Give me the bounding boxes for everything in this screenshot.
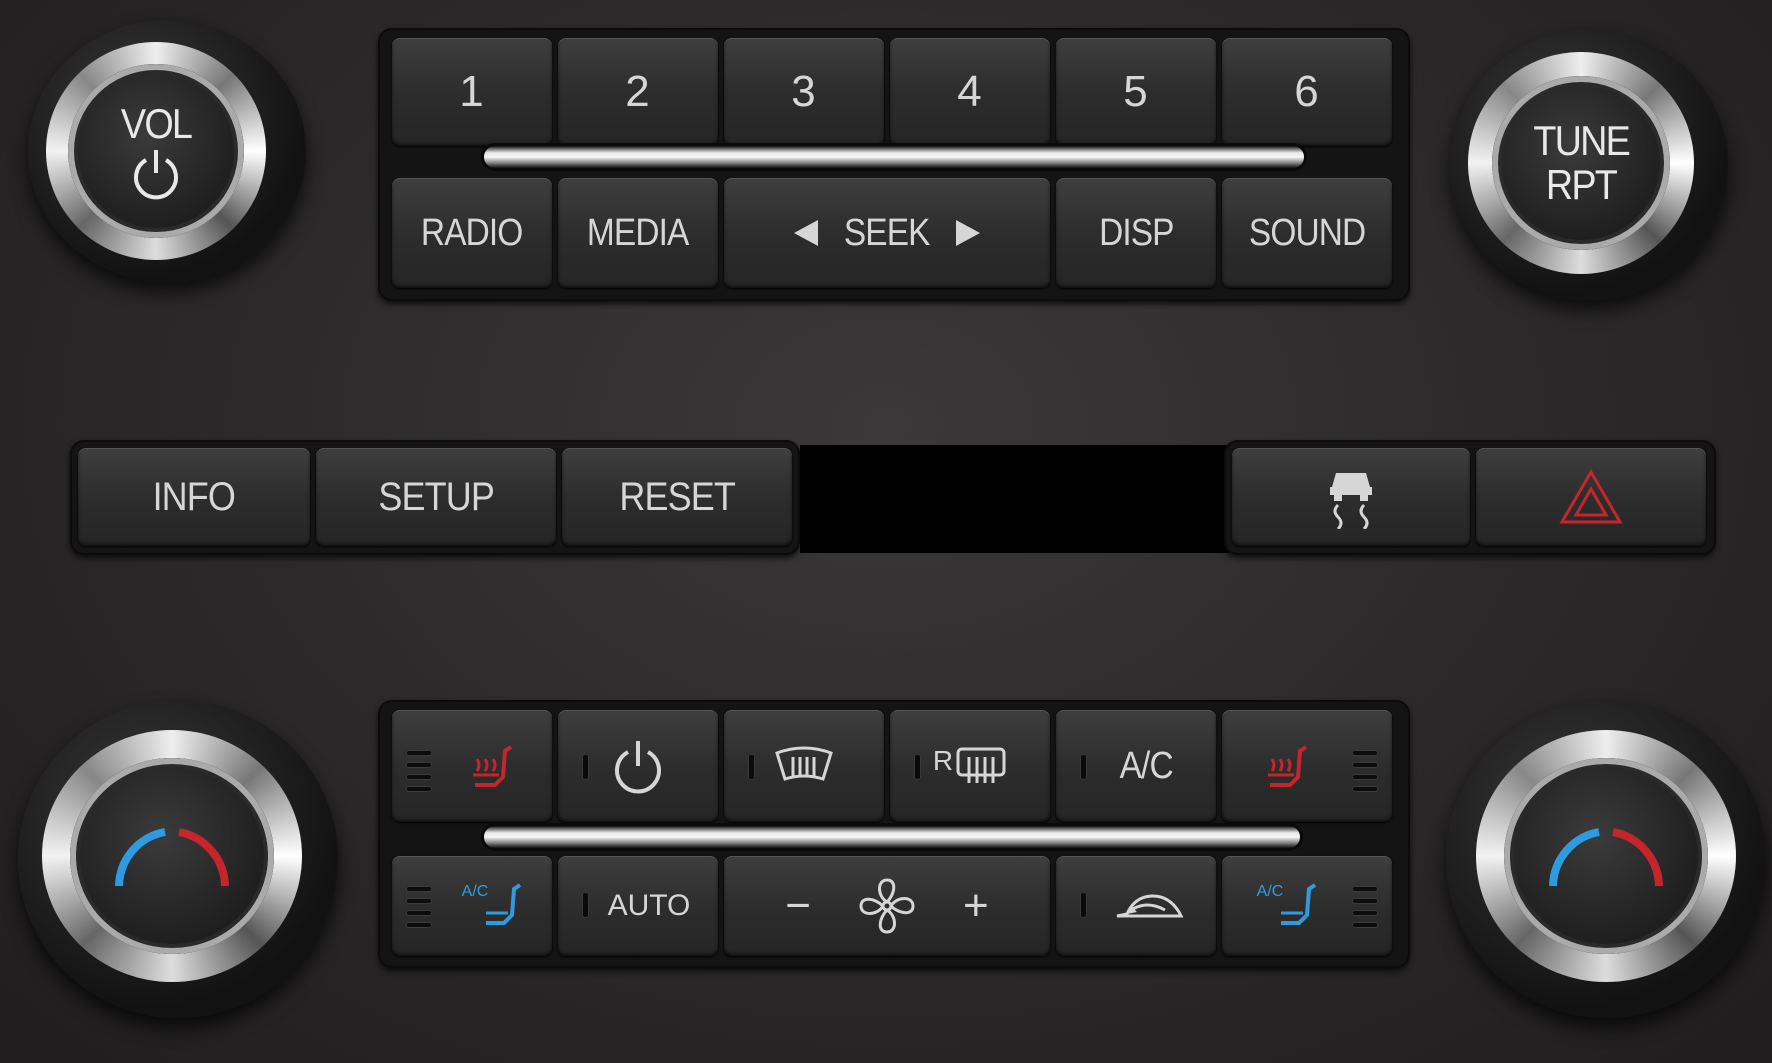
preset-button-3[interactable]: 3 bbox=[724, 38, 884, 146]
fan-icon bbox=[857, 876, 917, 936]
safety-button-group bbox=[1224, 440, 1716, 555]
tune-label: TUNE bbox=[1533, 117, 1631, 164]
hazard-button[interactable] bbox=[1476, 448, 1706, 546]
right-cooled-seat-button[interactable]: A/C bbox=[1222, 856, 1392, 956]
reset-label: RESET bbox=[619, 474, 735, 519]
radio-control-panel: 1 2 3 4 5 6 RADIO MEDIA SEEK DISP SOUND bbox=[378, 28, 1410, 301]
sound-button-label: SOUND bbox=[1248, 211, 1366, 254]
recirculation-indicator-led bbox=[1080, 892, 1087, 918]
temperature-scale-icon bbox=[1549, 828, 1663, 887]
grille bbox=[406, 886, 432, 934]
power-icon bbox=[129, 146, 183, 200]
traction-control-icon bbox=[1326, 465, 1376, 529]
seek-right-icon[interactable] bbox=[954, 218, 982, 248]
auto-label: AUTO bbox=[607, 889, 691, 922]
ac-button[interactable]: A/C bbox=[1056, 710, 1216, 822]
left-temperature-knob[interactable] bbox=[18, 700, 338, 1018]
info-label: INFO bbox=[152, 474, 236, 519]
cooled-seat-right-icon: A/C bbox=[1257, 883, 1318, 929]
front-defrost-button[interactable] bbox=[724, 710, 884, 822]
seek-left-icon[interactable] bbox=[792, 218, 820, 248]
front-defrost-icon bbox=[773, 745, 835, 787]
rear-defrost-icon: R bbox=[933, 745, 1007, 787]
display-window bbox=[800, 445, 1232, 553]
preset-button-1[interactable]: 1 bbox=[392, 38, 552, 146]
front-defrost-indicator-led bbox=[748, 754, 755, 780]
setup-button[interactable]: SETUP bbox=[316, 448, 556, 546]
media-button-label: MEDIA bbox=[587, 211, 689, 254]
media-button[interactable]: MEDIA bbox=[558, 178, 718, 288]
volume-label: VOL bbox=[120, 100, 193, 147]
power-icon bbox=[612, 738, 664, 794]
right-temperature-knob[interactable] bbox=[1446, 700, 1766, 1018]
right-temperature-knob-face bbox=[1504, 758, 1708, 954]
rear-defrost-indicator-led bbox=[914, 754, 921, 780]
info-button-group: INFO SETUP RESET bbox=[70, 440, 800, 555]
preset-button-2[interactable]: 2 bbox=[558, 38, 718, 146]
recirculation-icon bbox=[1113, 888, 1185, 924]
power-indicator-led bbox=[582, 754, 589, 780]
left-temperature-knob-face bbox=[70, 758, 274, 954]
disp-button-label: DISP bbox=[1098, 211, 1174, 254]
seek-button[interactable]: SEEK bbox=[724, 178, 1050, 288]
volume-knob-face: VOL bbox=[68, 64, 244, 238]
grille bbox=[406, 750, 432, 798]
hazard-icon bbox=[1559, 469, 1623, 525]
volume-knob[interactable]: VOL bbox=[28, 20, 306, 282]
climate-control-panel: R A/C A/C AUTO − + A/C bbox=[378, 700, 1410, 968]
heated-seat-left-icon bbox=[467, 741, 517, 791]
grille bbox=[1352, 750, 1378, 798]
climate-trim-strip bbox=[484, 826, 1300, 848]
preset-button-5[interactable]: 5 bbox=[1056, 38, 1216, 146]
auto-indicator-led bbox=[582, 892, 589, 918]
disp-button[interactable]: DISP bbox=[1056, 178, 1216, 288]
radio-button[interactable]: RADIO bbox=[392, 178, 552, 288]
heated-seat-right-icon bbox=[1262, 741, 1312, 791]
fan-increase-button[interactable]: + bbox=[963, 881, 989, 931]
left-heated-seat-button[interactable] bbox=[392, 710, 552, 822]
right-heated-seat-button[interactable] bbox=[1222, 710, 1392, 822]
tune-knob[interactable]: TUNE RPT bbox=[1450, 30, 1728, 300]
setup-label: SETUP bbox=[378, 474, 494, 519]
ac-label: A/C bbox=[1119, 744, 1173, 787]
reset-button[interactable]: RESET bbox=[562, 448, 792, 546]
cd-slot bbox=[484, 146, 1304, 168]
tune-knob-face: TUNE RPT bbox=[1492, 76, 1670, 250]
seek-label: SEEK bbox=[844, 211, 931, 254]
info-button[interactable]: INFO bbox=[78, 448, 310, 546]
left-cooled-seat-button[interactable]: A/C bbox=[392, 856, 552, 956]
rpt-label: RPT bbox=[1545, 161, 1618, 208]
fan-decrease-button[interactable]: − bbox=[785, 881, 811, 931]
cooled-seat-left-icon: A/C bbox=[462, 883, 523, 929]
climate-power-button[interactable] bbox=[558, 710, 718, 822]
fan-speed-control[interactable]: − + bbox=[724, 856, 1050, 956]
grille bbox=[1352, 886, 1378, 934]
preset-button-6[interactable]: 6 bbox=[1222, 38, 1392, 146]
sound-button[interactable]: SOUND bbox=[1222, 178, 1392, 288]
traction-control-button[interactable] bbox=[1232, 448, 1470, 546]
temperature-scale-icon bbox=[115, 828, 229, 887]
recirculation-button[interactable] bbox=[1056, 856, 1216, 956]
auto-button[interactable]: AUTO bbox=[558, 856, 718, 956]
ac-indicator-led bbox=[1080, 754, 1087, 780]
radio-button-label: RADIO bbox=[421, 211, 523, 254]
rear-defrost-letter: R bbox=[932, 745, 954, 776]
rear-defrost-button[interactable]: R bbox=[890, 710, 1050, 822]
preset-button-4[interactable]: 4 bbox=[890, 38, 1050, 146]
